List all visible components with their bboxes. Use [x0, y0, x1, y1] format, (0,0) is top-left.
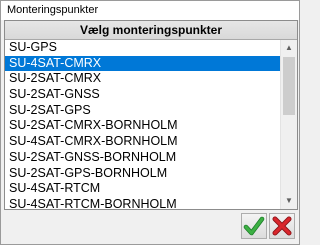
list-item[interactable]: SU-GPS	[5, 40, 281, 56]
scroll-up-arrow-icon[interactable]: ▲	[281, 40, 297, 56]
ok-button[interactable]	[241, 213, 267, 239]
window-title: Monteringspunkter	[7, 4, 99, 16]
red-x-icon	[272, 216, 292, 236]
list-item[interactable]: SU-4SAT-CMRX-BORNHOLM	[5, 134, 281, 150]
mountpoint-list[interactable]: SU-GPS SU-4SAT-CMRX SU-2SAT-CMRX SU-2SAT-GN…	[5, 40, 281, 209]
dialog-window: Monteringspunkter Vælg monteringspunkter…	[0, 0, 300, 245]
scroll-down-arrow-icon[interactable]: ▼	[281, 193, 297, 209]
title-bar[interactable]: Monteringspunkter	[1, 1, 299, 20]
list-item[interactable]: SU-4SAT-RTCM-BORNHOLM	[5, 197, 281, 209]
vertical-scrollbar[interactable]: ▲ ▼	[280, 40, 297, 209]
list-item[interactable]: SU-2SAT-CMRX-BORNHOLM	[5, 118, 281, 134]
list-item[interactable]: SU-2SAT-GPS	[5, 103, 281, 119]
list-item[interactable]: SU-2SAT-GNSS-BORNHOLM	[5, 150, 281, 166]
list-item-selected[interactable]: SU-4SAT-CMRX	[5, 55, 281, 72]
green-check-icon	[243, 216, 265, 236]
list-item[interactable]: SU-2SAT-GNSS	[5, 87, 281, 103]
list-item[interactable]: SU-2SAT-CMRX	[5, 71, 281, 87]
list-item[interactable]: SU-2SAT-GPS-BORNHOLM	[5, 166, 281, 182]
scrollbar-thumb[interactable]	[283, 57, 295, 115]
list-header: Vælg monteringspunkter	[5, 21, 297, 40]
mountpoint-list-box: Vælg monteringspunkter SU-GPS SU-4SAT-CMR…	[4, 20, 298, 210]
list-item[interactable]: SU-4SAT-RTCM	[5, 181, 281, 197]
cancel-button[interactable]	[269, 213, 295, 239]
